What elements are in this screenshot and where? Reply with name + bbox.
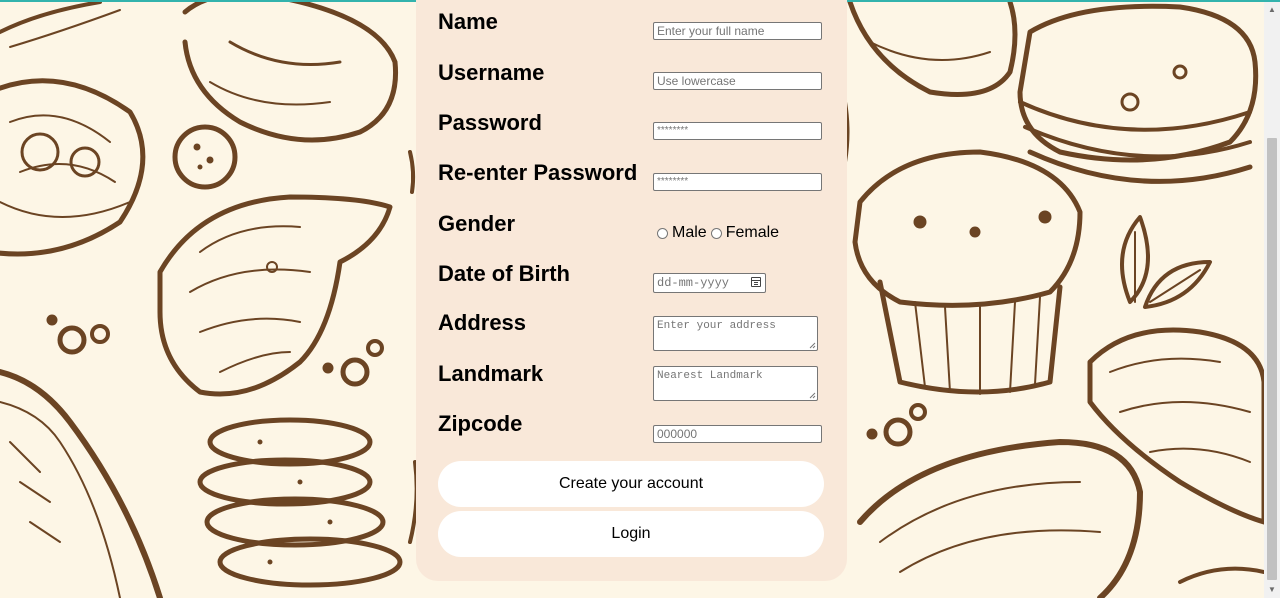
password-label: Password xyxy=(438,110,542,135)
username-label: Username xyxy=(438,60,545,85)
gender-male-label: Male xyxy=(672,224,707,241)
date-of-birth-field[interactable]: dd-mm-yyyy xyxy=(653,273,766,293)
landmark-label: Landmark xyxy=(438,361,544,386)
resize-grip-icon[interactable] xyxy=(809,392,816,399)
address-field[interactable]: Enter your address xyxy=(653,316,818,351)
gender-male-radio[interactable] xyxy=(657,227,668,239)
calendar-icon[interactable] xyxy=(751,277,761,287)
address-placeholder: Enter your address xyxy=(657,320,776,332)
create-account-button[interactable]: Create your account xyxy=(438,461,824,507)
name-field[interactable]: Enter your full name xyxy=(653,22,822,40)
password-field[interactable]: ******** xyxy=(653,122,822,140)
reenter-password-label: Re-enter Password xyxy=(438,160,638,185)
zipcode-label: Zipcode xyxy=(438,411,523,436)
resize-grip-icon[interactable] xyxy=(809,342,816,349)
address-label: Address xyxy=(438,310,527,335)
date-of-birth-placeholder: dd-mm-yyyy xyxy=(657,276,730,290)
zipcode-field[interactable]: 000000 xyxy=(653,425,822,443)
name-label: Name xyxy=(438,9,498,34)
login-button[interactable]: Login xyxy=(438,511,824,557)
date-of-birth-label: Date of Birth xyxy=(438,261,570,286)
landmark-placeholder: Nearest Landmark xyxy=(657,370,763,382)
gender-label: Gender xyxy=(438,211,516,236)
signup-form-card: Name Enter your full name Username Use l… xyxy=(416,0,847,581)
scrollbar-thumb[interactable] xyxy=(1267,138,1277,580)
gender-female-label: Female xyxy=(725,224,780,241)
scroll-up-icon[interactable]: ▲ xyxy=(1264,2,1280,18)
scroll-down-icon[interactable]: ▼ xyxy=(1264,582,1280,598)
landmark-field[interactable]: Nearest Landmark xyxy=(653,366,818,401)
vertical-scrollbar[interactable]: ▲ ▼ xyxy=(1264,2,1280,598)
gender-female-radio[interactable] xyxy=(710,227,722,239)
username-field[interactable]: Use lowercase xyxy=(653,72,822,90)
gender-radio-group: Male Female xyxy=(657,224,783,242)
reenter-password-field[interactable]: ******** xyxy=(653,173,822,191)
